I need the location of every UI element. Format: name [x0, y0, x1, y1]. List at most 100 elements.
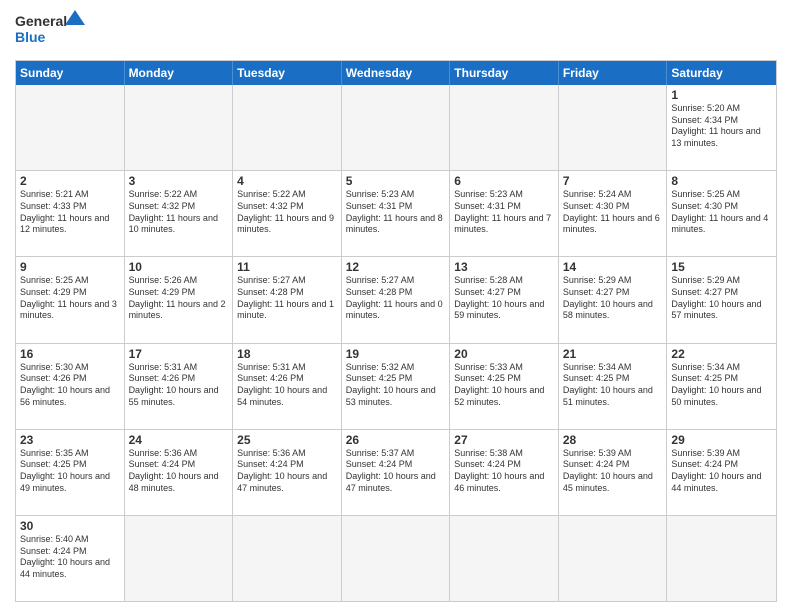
date-number: 20: [454, 347, 554, 361]
cell-sun-info: Sunrise: 5:34 AM Sunset: 4:25 PM Dayligh…: [671, 362, 772, 409]
table-row: 27Sunrise: 5:38 AM Sunset: 4:24 PM Dayli…: [450, 430, 559, 515]
table-row: 4Sunrise: 5:22 AM Sunset: 4:32 PM Daylig…: [233, 171, 342, 256]
date-number: 17: [129, 347, 229, 361]
table-row: 15Sunrise: 5:29 AM Sunset: 4:27 PM Dayli…: [667, 257, 776, 342]
date-number: 11: [237, 260, 337, 274]
day-header-saturday: Saturday: [667, 61, 776, 85]
cell-sun-info: Sunrise: 5:29 AM Sunset: 4:27 PM Dayligh…: [563, 275, 663, 322]
svg-text:Blue: Blue: [15, 29, 46, 45]
table-row: 3Sunrise: 5:22 AM Sunset: 4:32 PM Daylig…: [125, 171, 234, 256]
cell-sun-info: Sunrise: 5:29 AM Sunset: 4:27 PM Dayligh…: [671, 275, 772, 322]
table-row: [342, 516, 451, 601]
calendar-week-6: 30Sunrise: 5:40 AM Sunset: 4:24 PM Dayli…: [16, 516, 776, 601]
date-number: 14: [563, 260, 663, 274]
date-number: 3: [129, 174, 229, 188]
table-row: [233, 85, 342, 170]
cell-sun-info: Sunrise: 5:31 AM Sunset: 4:26 PM Dayligh…: [129, 362, 229, 409]
date-number: 26: [346, 433, 446, 447]
date-number: 16: [20, 347, 120, 361]
table-row: 25Sunrise: 5:36 AM Sunset: 4:24 PM Dayli…: [233, 430, 342, 515]
cell-sun-info: Sunrise: 5:32 AM Sunset: 4:25 PM Dayligh…: [346, 362, 446, 409]
cell-sun-info: Sunrise: 5:36 AM Sunset: 4:24 PM Dayligh…: [129, 448, 229, 495]
date-number: 27: [454, 433, 554, 447]
table-row: 23Sunrise: 5:35 AM Sunset: 4:25 PM Dayli…: [16, 430, 125, 515]
cell-sun-info: Sunrise: 5:31 AM Sunset: 4:26 PM Dayligh…: [237, 362, 337, 409]
table-row: [450, 85, 559, 170]
cell-sun-info: Sunrise: 5:21 AM Sunset: 4:33 PM Dayligh…: [20, 189, 120, 236]
date-number: 24: [129, 433, 229, 447]
table-row: 30Sunrise: 5:40 AM Sunset: 4:24 PM Dayli…: [16, 516, 125, 601]
calendar-week-3: 9Sunrise: 5:25 AM Sunset: 4:29 PM Daylig…: [16, 257, 776, 343]
calendar-page: General Blue SundayMondayTuesdayWednesda…: [0, 0, 792, 612]
calendar-week-4: 16Sunrise: 5:30 AM Sunset: 4:26 PM Dayli…: [16, 344, 776, 430]
date-number: 23: [20, 433, 120, 447]
cell-sun-info: Sunrise: 5:35 AM Sunset: 4:25 PM Dayligh…: [20, 448, 120, 495]
date-number: 4: [237, 174, 337, 188]
cell-sun-info: Sunrise: 5:34 AM Sunset: 4:25 PM Dayligh…: [563, 362, 663, 409]
cell-sun-info: Sunrise: 5:38 AM Sunset: 4:24 PM Dayligh…: [454, 448, 554, 495]
date-number: 22: [671, 347, 772, 361]
date-number: 19: [346, 347, 446, 361]
table-row: [559, 516, 668, 601]
table-row: 2Sunrise: 5:21 AM Sunset: 4:33 PM Daylig…: [16, 171, 125, 256]
date-number: 15: [671, 260, 772, 274]
table-row: 18Sunrise: 5:31 AM Sunset: 4:26 PM Dayli…: [233, 344, 342, 429]
calendar-header-row: SundayMondayTuesdayWednesdayThursdayFrid…: [16, 61, 776, 85]
table-row: 11Sunrise: 5:27 AM Sunset: 4:28 PM Dayli…: [233, 257, 342, 342]
cell-sun-info: Sunrise: 5:33 AM Sunset: 4:25 PM Dayligh…: [454, 362, 554, 409]
table-row: 19Sunrise: 5:32 AM Sunset: 4:25 PM Dayli…: [342, 344, 451, 429]
table-row: 5Sunrise: 5:23 AM Sunset: 4:31 PM Daylig…: [342, 171, 451, 256]
cell-sun-info: Sunrise: 5:30 AM Sunset: 4:26 PM Dayligh…: [20, 362, 120, 409]
cell-sun-info: Sunrise: 5:24 AM Sunset: 4:30 PM Dayligh…: [563, 189, 663, 236]
table-row: 20Sunrise: 5:33 AM Sunset: 4:25 PM Dayli…: [450, 344, 559, 429]
table-row: 9Sunrise: 5:25 AM Sunset: 4:29 PM Daylig…: [16, 257, 125, 342]
table-row: [342, 85, 451, 170]
table-row: [125, 85, 234, 170]
calendar-week-5: 23Sunrise: 5:35 AM Sunset: 4:25 PM Dayli…: [16, 430, 776, 516]
cell-sun-info: Sunrise: 5:25 AM Sunset: 4:30 PM Dayligh…: [671, 189, 772, 236]
cell-sun-info: Sunrise: 5:26 AM Sunset: 4:29 PM Dayligh…: [129, 275, 229, 322]
cell-sun-info: Sunrise: 5:40 AM Sunset: 4:24 PM Dayligh…: [20, 534, 120, 581]
day-header-tuesday: Tuesday: [233, 61, 342, 85]
table-row: 22Sunrise: 5:34 AM Sunset: 4:25 PM Dayli…: [667, 344, 776, 429]
date-number: 28: [563, 433, 663, 447]
cell-sun-info: Sunrise: 5:23 AM Sunset: 4:31 PM Dayligh…: [346, 189, 446, 236]
date-number: 1: [671, 88, 772, 102]
day-header-friday: Friday: [559, 61, 668, 85]
date-number: 29: [671, 433, 772, 447]
table-row: [125, 516, 234, 601]
table-row: 10Sunrise: 5:26 AM Sunset: 4:29 PM Dayli…: [125, 257, 234, 342]
date-number: 18: [237, 347, 337, 361]
day-header-monday: Monday: [125, 61, 234, 85]
date-number: 21: [563, 347, 663, 361]
date-number: 6: [454, 174, 554, 188]
table-row: [450, 516, 559, 601]
table-row: 21Sunrise: 5:34 AM Sunset: 4:25 PM Dayli…: [559, 344, 668, 429]
date-number: 30: [20, 519, 120, 533]
date-number: 10: [129, 260, 229, 274]
date-number: 8: [671, 174, 772, 188]
date-number: 12: [346, 260, 446, 274]
date-number: 2: [20, 174, 120, 188]
cell-sun-info: Sunrise: 5:25 AM Sunset: 4:29 PM Dayligh…: [20, 275, 120, 322]
svg-text:General: General: [15, 13, 67, 29]
cell-sun-info: Sunrise: 5:36 AM Sunset: 4:24 PM Dayligh…: [237, 448, 337, 495]
cell-sun-info: Sunrise: 5:22 AM Sunset: 4:32 PM Dayligh…: [237, 189, 337, 236]
generalblue-logo-icon: General Blue: [15, 10, 85, 52]
calendar: SundayMondayTuesdayWednesdayThursdayFrid…: [15, 60, 777, 602]
table-row: 12Sunrise: 5:27 AM Sunset: 4:28 PM Dayli…: [342, 257, 451, 342]
table-row: 26Sunrise: 5:37 AM Sunset: 4:24 PM Dayli…: [342, 430, 451, 515]
calendar-week-1: 1Sunrise: 5:20 AM Sunset: 4:34 PM Daylig…: [16, 85, 776, 171]
calendar-body: 1Sunrise: 5:20 AM Sunset: 4:34 PM Daylig…: [16, 85, 776, 601]
table-row: [559, 85, 668, 170]
table-row: 6Sunrise: 5:23 AM Sunset: 4:31 PM Daylig…: [450, 171, 559, 256]
date-number: 25: [237, 433, 337, 447]
table-row: 1Sunrise: 5:20 AM Sunset: 4:34 PM Daylig…: [667, 85, 776, 170]
logo-area: General Blue: [15, 10, 85, 52]
day-header-wednesday: Wednesday: [342, 61, 451, 85]
table-row: [667, 516, 776, 601]
day-header-sunday: Sunday: [16, 61, 125, 85]
cell-sun-info: Sunrise: 5:28 AM Sunset: 4:27 PM Dayligh…: [454, 275, 554, 322]
date-number: 5: [346, 174, 446, 188]
cell-sun-info: Sunrise: 5:23 AM Sunset: 4:31 PM Dayligh…: [454, 189, 554, 236]
